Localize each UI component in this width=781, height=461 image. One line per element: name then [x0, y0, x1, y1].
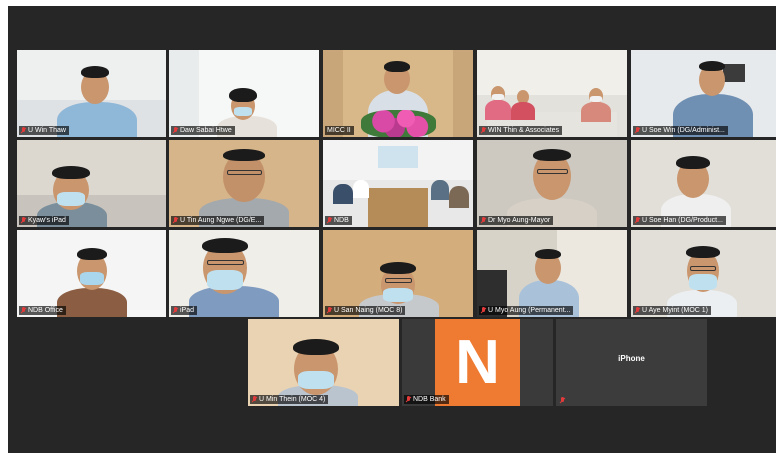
face-mask [80, 272, 104, 285]
participant-name-tag: MICC II [325, 126, 354, 135]
mic-muted-icon [560, 397, 565, 404]
video-tile-u-win-thaw[interactable]: U Win Thaw [17, 50, 166, 137]
participant-name-tag: NDB [325, 216, 352, 225]
participant-name-tag: NDB Bank [404, 395, 449, 404]
meeting-table [368, 188, 428, 227]
participant-display-name: iPhone [618, 354, 645, 363]
participant-body [581, 102, 611, 122]
face-mask [57, 192, 85, 206]
participant-name-tag: Dr Myo Aung-Mayor [479, 216, 554, 225]
participant-name-tag: U Soe Win (DG/Administ... [633, 126, 728, 135]
projection-screen [378, 146, 418, 168]
participant-body [511, 102, 535, 120]
eyeglasses [537, 169, 568, 174]
participant-body [333, 184, 353, 204]
mic-muted-icon [21, 127, 26, 134]
participant-hair [77, 248, 107, 260]
video-tile-u-soe-han[interactable]: U Soe Han (DG/Product... [631, 140, 776, 227]
background-wall [17, 140, 166, 195]
participant-hair [686, 246, 720, 258]
participant-body [57, 288, 127, 317]
participant-name-tag: Daw Sabai Htwe [171, 126, 235, 135]
eyeglasses [227, 170, 262, 175]
mic-muted-icon [635, 307, 640, 314]
participant-name-tag: U Myo Aung (Permanent... [479, 306, 574, 315]
participant-name-tag: U Win Thaw [19, 126, 69, 135]
participant-hair [380, 262, 416, 274]
mic-muted-icon [252, 396, 257, 403]
participant-name-tag: Kyaw's iPad [19, 216, 69, 225]
participant-hair [81, 66, 109, 78]
participant-hair [535, 249, 561, 259]
participant-hair [699, 61, 725, 71]
video-tile-ndb-bank[interactable]: N NDB Bank [402, 319, 553, 406]
video-tile-dr-myo-aung-mayor[interactable]: Dr Myo Aung-Mayor [477, 140, 627, 227]
participant-name-tag: U Soe Han (DG/Product... [633, 216, 726, 225]
participant-name-tag: U San Naing (MOC 8) [325, 306, 406, 315]
participant-hair [533, 149, 571, 161]
wall-picture [723, 64, 745, 82]
video-tile-u-myo-aung[interactable]: U Myo Aung (Permanent... [477, 230, 627, 317]
mic-muted-icon [406, 396, 411, 403]
video-tile-u-tin-aung-ngwe[interactable]: U Tin Aung Ngwe (DG/E... [169, 140, 319, 227]
mic-muted-icon [327, 217, 332, 224]
mic-muted-icon [635, 127, 640, 134]
video-tile-u-soe-win[interactable]: U Soe Win (DG/Administ... [631, 50, 776, 137]
video-tile-iphone[interactable]: iPhone [556, 319, 707, 406]
video-tile-u-san-naing[interactable]: U San Naing (MOC 8) [323, 230, 473, 317]
video-grid: U Win Thaw Daw Sabai Htwe MICC II WIN Th… [8, 6, 776, 453]
eyeglasses [690, 266, 716, 271]
eyeglasses [207, 260, 244, 265]
face-mask [298, 371, 334, 389]
mic-muted-icon [21, 307, 26, 314]
video-tile-u-min-thein[interactable]: U Min Thein (MOC 4) [248, 319, 399, 406]
video-tile-micc-ii[interactable]: MICC II [323, 50, 473, 137]
ndb-logo: N [435, 319, 520, 406]
video-tile-ipad[interactable]: iPad [169, 230, 319, 317]
participant-hair [293, 339, 339, 355]
video-tile-u-aye-myint[interactable]: U Aye Myint (MOC 1) [631, 230, 776, 317]
video-tile-ndb-office[interactable]: NDB Office [17, 230, 166, 317]
video-tile-ndb[interactable]: NDB [323, 140, 473, 227]
participant-body [431, 180, 449, 200]
mic-muted-icon [327, 307, 332, 314]
participant-name-tag [558, 397, 568, 404]
mic-muted-icon [481, 307, 486, 314]
participant-body [57, 102, 137, 137]
participant-body [449, 186, 469, 208]
participant-name-tag: WIN Thin & Associates [479, 126, 563, 135]
eyeglasses [385, 278, 412, 283]
mic-muted-icon [635, 217, 640, 224]
mic-muted-icon [481, 127, 486, 134]
mic-muted-icon [481, 217, 486, 224]
face-mask [207, 270, 243, 290]
face-mask [234, 107, 252, 116]
mic-muted-icon [173, 127, 178, 134]
participant-body [353, 180, 369, 198]
mic-muted-icon [173, 217, 178, 224]
video-tile-win-thin-associates[interactable]: WIN Thin & Associates [477, 50, 627, 137]
video-tile-kyaws-ipad[interactable]: Kyaw's iPad [17, 140, 166, 227]
participant-name-tag: NDB Office [19, 306, 66, 315]
face-mask [689, 274, 717, 290]
participant-hair [676, 156, 710, 169]
participant-hair [223, 149, 265, 161]
participant-hair [202, 238, 248, 253]
video-tile-daw-sabai-htwe[interactable]: Daw Sabai Htwe [169, 50, 319, 137]
mic-muted-icon [173, 307, 178, 314]
participant-body [485, 100, 511, 120]
participant-hair [52, 166, 90, 179]
participant-name-tag: U Aye Myint (MOC 1) [633, 306, 711, 315]
participant-hair [229, 88, 257, 102]
participant-name-tag: iPad [171, 306, 198, 315]
face-mask [383, 288, 413, 302]
flower-arrangement [361, 110, 436, 137]
participant-hair [384, 61, 410, 72]
participant-name-tag: U Tin Aung Ngwe (DG/E... [171, 216, 265, 225]
participant-name-tag: U Min Thein (MOC 4) [250, 395, 329, 404]
mic-muted-icon [21, 217, 26, 224]
n-logo-icon: N [435, 319, 520, 406]
